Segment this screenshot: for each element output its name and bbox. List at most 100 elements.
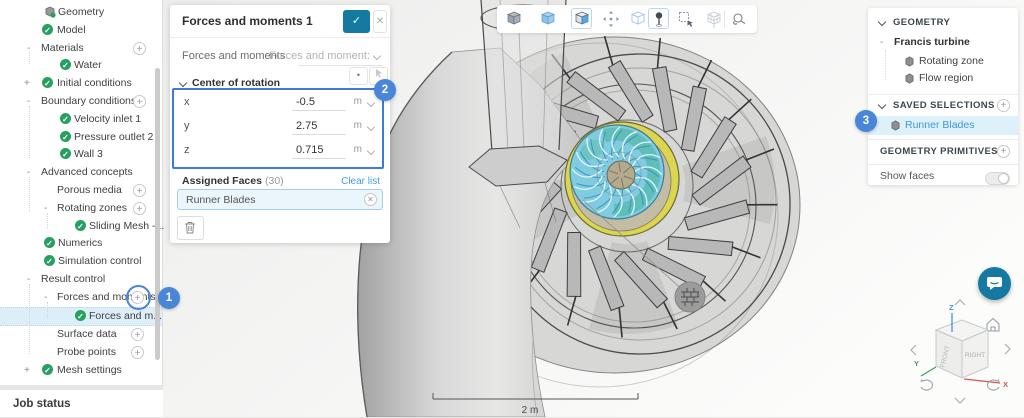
runner-blades-selection[interactable] bbox=[565, 122, 679, 236]
tree-item-porous-media[interactable]: Porous media + bbox=[0, 182, 162, 200]
tree-item-velocity-inlet[interactable]: ✓ Velocity inlet 1 bbox=[0, 111, 162, 129]
plus-circle-icon[interactable]: + bbox=[133, 202, 146, 215]
x-value-input[interactable]: -0.5 bbox=[296, 96, 315, 108]
center-of-rotation-box: x -0.5 m y 2.75 m z 0.715 m bbox=[172, 88, 384, 169]
tree-item-initial-conditions[interactable]: + ✓ Initial conditions bbox=[0, 75, 162, 93]
tree-item-rotating-zones[interactable]: - Rotating zones + bbox=[0, 200, 162, 218]
rotate-left-chevron[interactable] bbox=[911, 345, 916, 355]
tree-item-surface-data[interactable]: Surface data + bbox=[0, 326, 162, 344]
check-circle-icon: ✓ bbox=[42, 77, 53, 88]
rotate-cw-icon[interactable] bbox=[987, 379, 999, 390]
tree-item-wall[interactable]: ✓ Wall 3 bbox=[0, 146, 162, 164]
coordinate-row-x: x -0.5 m bbox=[174, 91, 382, 117]
type-select[interactable]: Forces and moment: bbox=[269, 50, 370, 62]
coordinate-row-y: y 2.75 m bbox=[174, 115, 382, 141]
geometry-root-item[interactable]: - Francis turbine bbox=[868, 36, 1018, 54]
plus-circle-icon[interactable]: + bbox=[131, 328, 144, 341]
tree-item-model[interactable]: ✓ Model bbox=[0, 22, 162, 40]
chevron-down-icon bbox=[367, 123, 375, 131]
tree-guide bbox=[47, 213, 48, 229]
check-circle-icon: ✓ bbox=[44, 255, 55, 266]
z-value-input[interactable]: 0.715 bbox=[296, 144, 324, 156]
tree-item-simulation-control[interactable]: ✓ Simulation control bbox=[0, 253, 162, 271]
chevron-down-icon[interactable] bbox=[179, 79, 187, 87]
check-circle-icon: ✓ bbox=[44, 237, 55, 248]
cube-glyph-icon bbox=[904, 56, 915, 67]
geometry-item-rotating-zone[interactable]: Rotating zone bbox=[868, 55, 1018, 72]
zoom-lasso-icon[interactable] bbox=[728, 8, 749, 29]
plus-circle-icon[interactable]: + bbox=[133, 42, 146, 55]
rotate-ccw-icon[interactable] bbox=[920, 379, 932, 390]
clear-list-link[interactable]: Clear list bbox=[341, 176, 380, 187]
assigned-faces-label: Assigned Faces bbox=[182, 175, 262, 187]
close-button[interactable]: ✕ bbox=[373, 10, 387, 33]
annotation-badge-2: 2 bbox=[374, 79, 396, 101]
expand-icon[interactable]: + bbox=[24, 77, 30, 90]
check-icon: ✓ bbox=[352, 15, 361, 27]
tree-item-probe-points[interactable]: Probe points + bbox=[0, 344, 162, 362]
job-status-bar[interactable]: Job status bbox=[0, 389, 163, 417]
orientation-cube[interactable]: RIGHT FRONT bbox=[936, 320, 988, 378]
collapse-icon[interactable]: - bbox=[880, 37, 883, 48]
box-select-icon[interactable] bbox=[675, 8, 696, 29]
y-value-input[interactable]: 2.75 bbox=[296, 120, 317, 132]
chip-remove-button[interactable]: ✕ bbox=[364, 193, 377, 206]
plus-circle-icon[interactable]: + bbox=[997, 145, 1010, 158]
tree-scrollbar[interactable] bbox=[155, 68, 160, 360]
rotate-down-chevron[interactable] bbox=[955, 398, 965, 403]
tree-item-geometry[interactable]: Geometry bbox=[0, 4, 162, 22]
close-icon: ✕ bbox=[367, 195, 374, 204]
tree-item-boundary-conditions[interactable]: - Boundary conditions + bbox=[0, 93, 162, 111]
check-circle-icon: ✓ bbox=[60, 148, 71, 159]
cube-wireframe-icon[interactable] bbox=[627, 8, 648, 29]
cube-glyph-icon bbox=[904, 73, 915, 84]
cube-faces-icon[interactable] bbox=[571, 8, 592, 29]
mesh-cube-icon[interactable] bbox=[703, 8, 724, 29]
viewport-toolbar bbox=[497, 5, 757, 33]
check-circle-icon: ✓ bbox=[42, 364, 53, 375]
tree-item-water[interactable]: ✓ Water bbox=[0, 57, 162, 75]
unit-select[interactable]: m bbox=[354, 120, 362, 131]
tree-guide bbox=[29, 106, 30, 158]
plus-circle-icon[interactable]: + bbox=[131, 346, 144, 359]
probe-pin-icon[interactable] bbox=[648, 8, 669, 29]
plus-circle-icon[interactable]: + bbox=[133, 184, 146, 197]
rotate-up-chevron[interactable] bbox=[955, 300, 965, 305]
move-icon[interactable] bbox=[600, 8, 621, 29]
home-icon[interactable] bbox=[987, 319, 999, 332]
show-faces-toggle[interactable] bbox=[985, 172, 1010, 185]
x-axis-label: X bbox=[1003, 380, 1008, 389]
toolbar-divider bbox=[724, 10, 725, 28]
cube-volumes-icon[interactable] bbox=[537, 8, 558, 29]
expand-icon[interactable]: + bbox=[24, 364, 30, 377]
delete-button[interactable] bbox=[177, 216, 204, 240]
tree-item-advanced-concepts[interactable]: - Advanced concepts bbox=[0, 164, 162, 182]
tree-item-mesh-settings[interactable]: + ✓ Mesh settings bbox=[0, 362, 162, 380]
axis-label: x bbox=[184, 96, 190, 108]
simulation-tree: Geometry ✓ Model - Materials + ✓ Water +… bbox=[0, 0, 163, 385]
assigned-faces-count: (30) bbox=[265, 175, 284, 187]
runner-blades-chip[interactable]: Runner Blades ✕ bbox=[177, 189, 383, 210]
axis-label: z bbox=[184, 144, 190, 156]
chevron-down-icon[interactable] bbox=[878, 101, 886, 109]
tree-item-materials[interactable]: - Materials + bbox=[0, 40, 162, 58]
unit-select[interactable]: m bbox=[354, 144, 362, 155]
unit-select[interactable]: m bbox=[354, 96, 362, 107]
plus-circle-icon[interactable]: + bbox=[133, 95, 146, 108]
point-tool-button[interactable]: • bbox=[349, 67, 368, 85]
geometry-item-flow-region[interactable]: Flow region bbox=[868, 72, 1018, 89]
plus-circle-icon[interactable]: + bbox=[997, 99, 1010, 112]
chevron-down-icon[interactable] bbox=[878, 18, 886, 26]
confirm-button[interactable]: ✓ bbox=[343, 10, 370, 33]
tree-item-pressure-outlet[interactable]: ✓ Pressure outlet 2 bbox=[0, 129, 162, 147]
geometry-browser-panel: GEOMETRY - Francis turbine Rotating zone… bbox=[868, 8, 1018, 185]
saved-selection-runner-blades[interactable]: Runner Blades bbox=[868, 116, 1018, 135]
tree-item-numerics[interactable]: ✓ Numerics bbox=[0, 235, 162, 253]
navigation-cube[interactable]: RIGHT FRONT Z Y X bbox=[895, 295, 1024, 413]
cube-solid-icon[interactable] bbox=[503, 8, 524, 29]
job-status-label: Job status bbox=[13, 398, 71, 410]
rotate-right-chevron[interactable] bbox=[1005, 344, 1010, 354]
tree-item-sliding-mesh[interactable]: ✓ Sliding Mesh -... bbox=[0, 218, 162, 236]
coordinate-row-z: z 0.715 m bbox=[174, 139, 382, 165]
support-chat-button[interactable] bbox=[978, 267, 1011, 300]
